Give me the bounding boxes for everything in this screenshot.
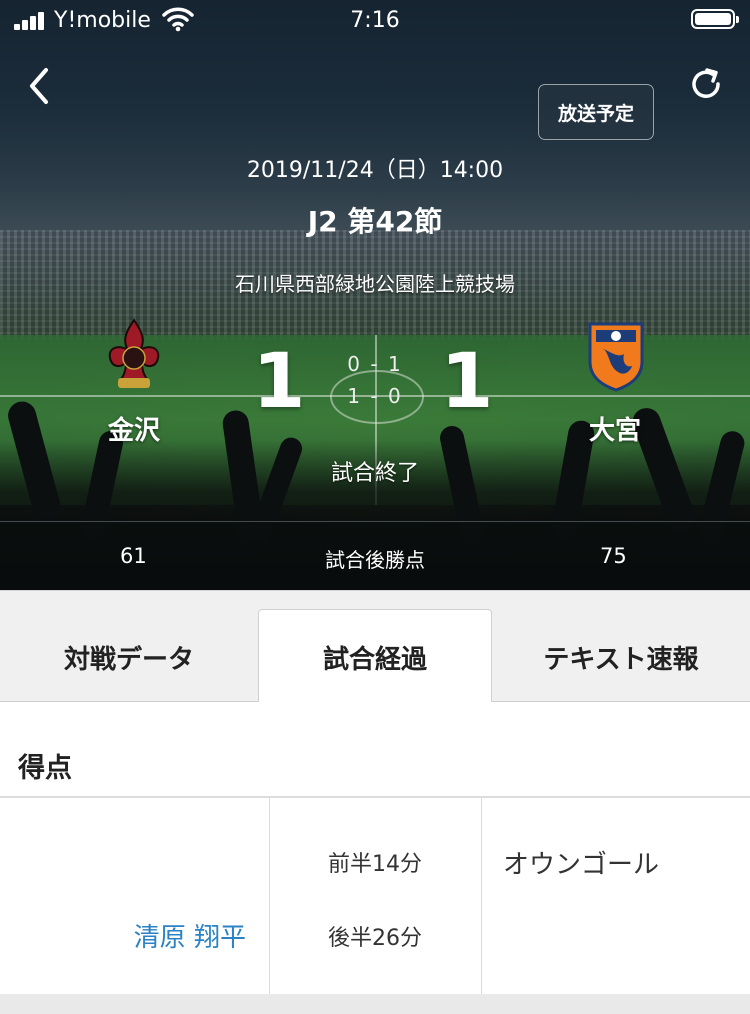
home-scorer-link[interactable]: 清原 翔平 — [134, 917, 246, 954]
away-score: 1 — [440, 336, 494, 425]
section-divider — [0, 796, 750, 798]
match-round: J2 第42節 — [307, 205, 443, 238]
away-team-name[interactable]: 大宮 — [555, 410, 675, 447]
match-venue: 石川県西部緑地公園陸上競技場 — [235, 272, 515, 296]
clock: 7:16 — [350, 8, 400, 33]
away-points: 75 — [600, 544, 627, 568]
away-scorer: オウンゴール — [503, 850, 660, 880]
points-label: 試合後勝点 — [325, 548, 425, 572]
second-half-score: 1 - 0 — [347, 384, 403, 408]
column-divider — [481, 798, 482, 994]
tab-match-progress[interactable]: 試合経過 — [258, 609, 492, 704]
match-status: 試合終了 — [330, 461, 419, 486]
home-team-name[interactable]: 金沢 — [74, 410, 194, 447]
section-title: 得点 — [18, 753, 72, 784]
tab-live-text[interactable]: テキスト速報 — [492, 611, 750, 703]
back-icon[interactable] — [24, 66, 60, 106]
status-bar: Y!mobile 7:16 — [0, 0, 750, 40]
match-header: Y!mobile 7:16 放送予定 2019/11/24（日）14:00 J2… — [0, 0, 750, 590]
content-footer — [0, 994, 750, 1014]
first-half-score: 0 - 1 — [347, 352, 403, 376]
battery-icon — [691, 9, 739, 29]
match-datetime: 2019/11/24（日）14:00 — [246, 158, 504, 183]
home-score: 1 — [252, 336, 306, 425]
points-row: 61 試合後勝点 75 — [0, 521, 750, 590]
goal-time: 後半26分 — [328, 926, 422, 951]
tab-head-to-head[interactable]: 対戦データ — [0, 611, 258, 703]
refresh-icon[interactable] — [688, 66, 724, 102]
broadcast-schedule-button[interactable]: 放送予定 — [538, 84, 654, 140]
goals-panel: 得点 前半14分 オウンゴール 清原 翔平 後半26分 — [0, 702, 750, 1014]
column-divider — [269, 798, 270, 994]
goal-time: 前半14分 — [328, 852, 422, 877]
tab-bar: 対戦データ 試合経過 テキスト速報 — [0, 590, 750, 704]
